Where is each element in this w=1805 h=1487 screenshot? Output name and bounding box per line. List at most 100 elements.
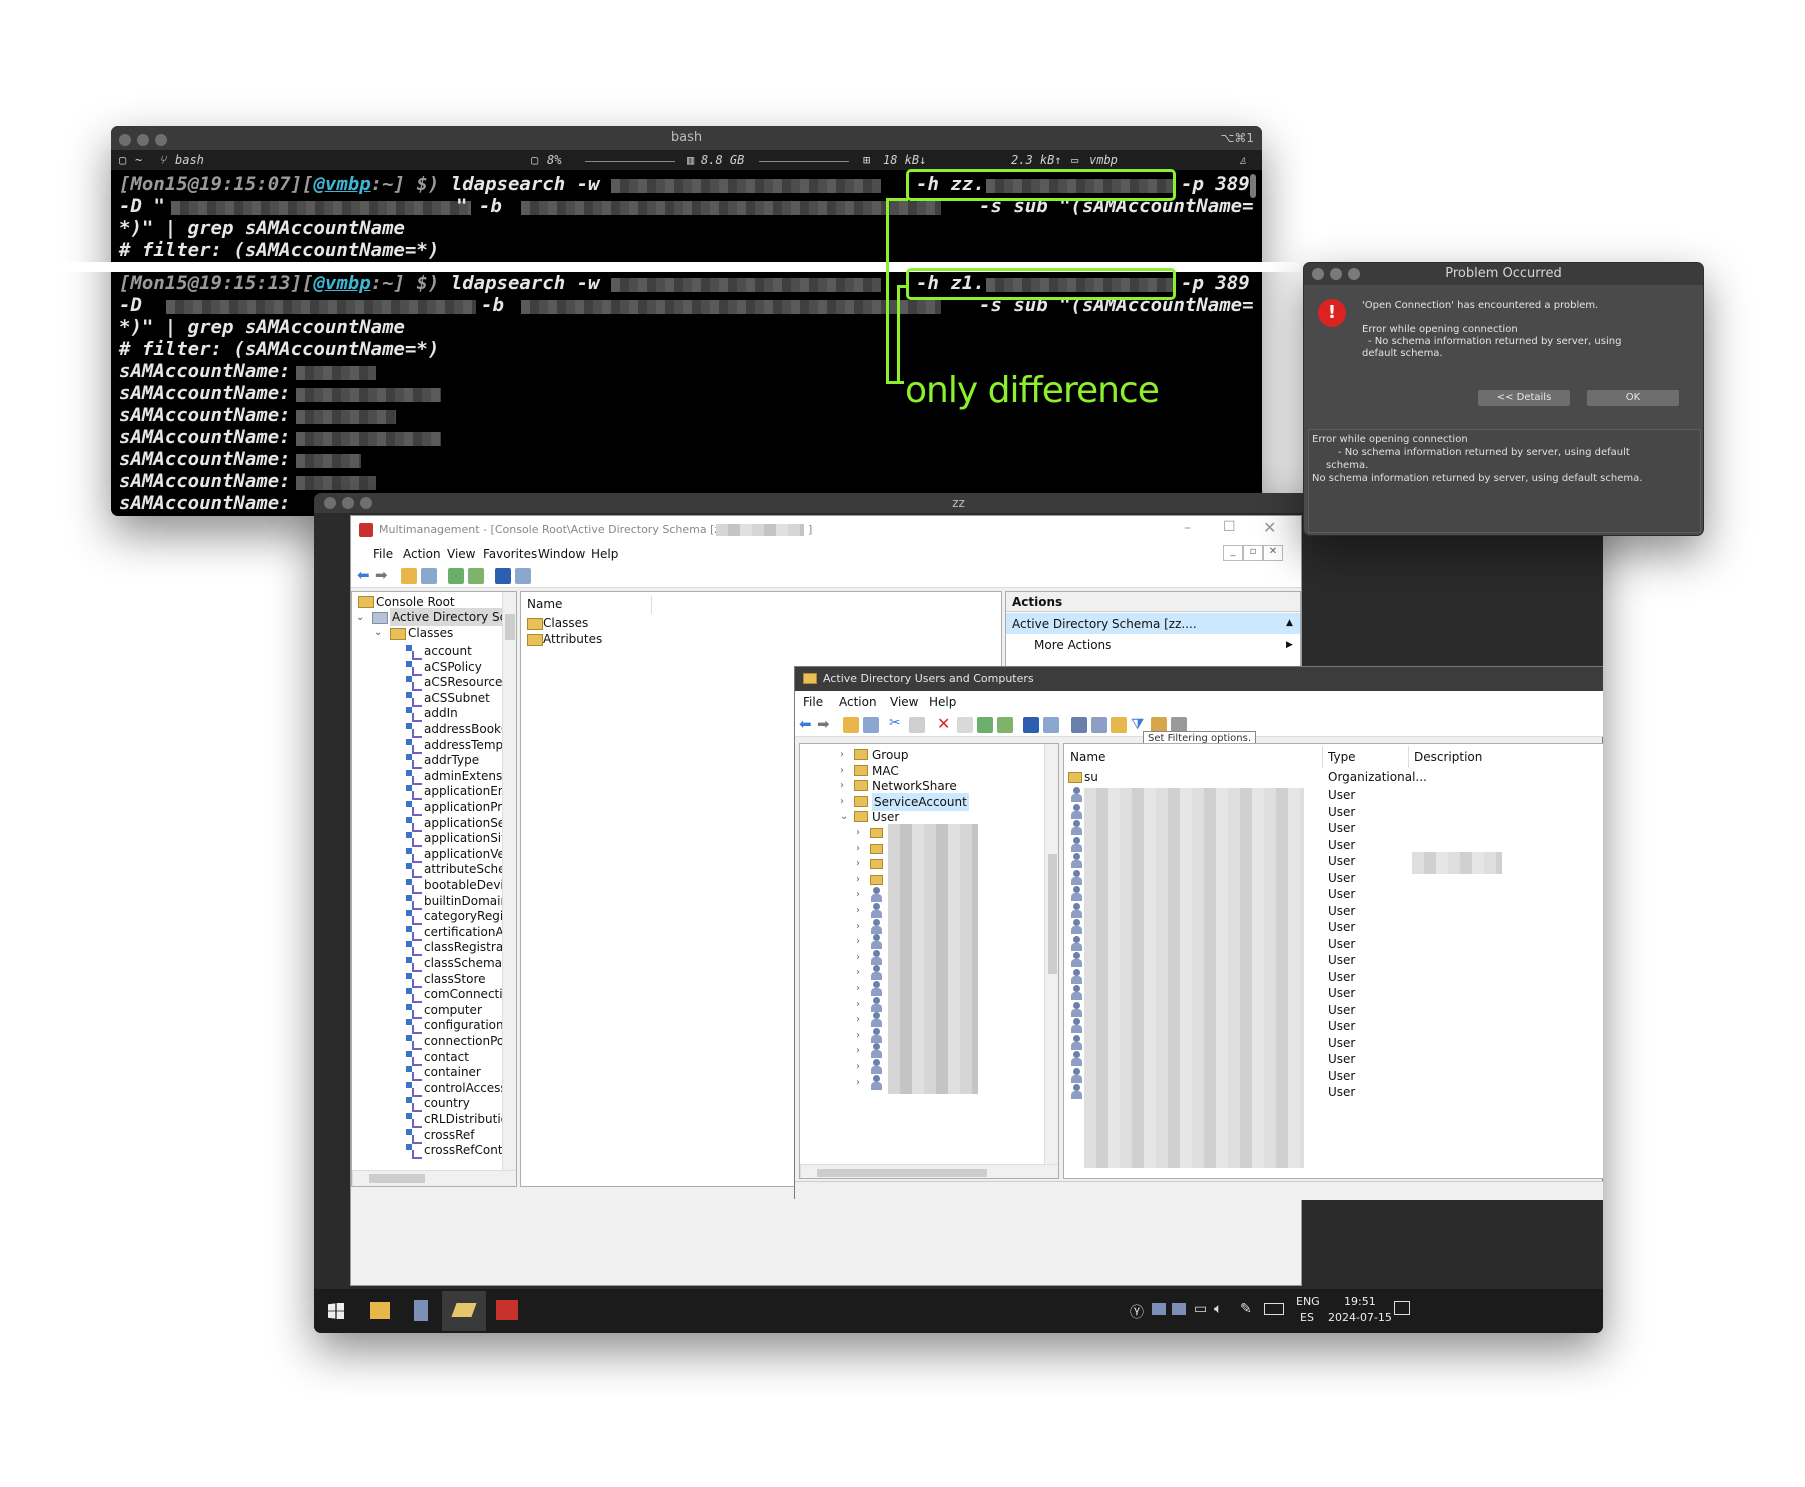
close-icon[interactable]: ✕	[1263, 518, 1276, 537]
menu-view[interactable]: View	[447, 547, 475, 561]
properties-icon[interactable]	[957, 717, 973, 733]
scroll-thumb[interactable]	[505, 614, 515, 640]
tray-icon-1[interactable]	[1152, 1303, 1166, 1315]
up-folder-icon[interactable]	[401, 568, 417, 584]
aduc-tree-hscroll[interactable]	[800, 1164, 1058, 1178]
keyboard-icon[interactable]	[1264, 1303, 1284, 1315]
actions-more[interactable]: More Actions	[1034, 636, 1111, 654]
minimize-dot-icon[interactable]	[137, 134, 149, 146]
forward-icon[interactable]: ➡	[375, 566, 388, 584]
menu-action[interactable]: Action	[839, 695, 877, 709]
help-icon[interactable]	[495, 568, 511, 584]
delete-icon[interactable]: ✕	[937, 714, 950, 733]
clock-date[interactable]: 2024-07-15	[1328, 1311, 1392, 1324]
action-pane-icon[interactable]	[1043, 717, 1059, 733]
action-pane-icon[interactable]	[515, 568, 531, 584]
details-button[interactable]: << Details	[1478, 390, 1570, 406]
new-user-icon[interactable]	[1071, 717, 1087, 733]
maximize-icon[interactable]: ☐	[1223, 519, 1236, 535]
vm-window[interactable]: zz Multimanagement - [Console Root\Activ…	[314, 493, 1603, 1333]
menu-favorites[interactable]: Favorites	[483, 547, 537, 561]
copy-icon[interactable]	[909, 717, 925, 733]
scroll-thumb[interactable]	[369, 1174, 425, 1183]
refresh-icon[interactable]	[977, 717, 993, 733]
child-close-icon[interactable]: ✕	[1263, 545, 1283, 561]
menu-view[interactable]: View	[890, 695, 918, 709]
tree-classes[interactable]: Classes	[408, 624, 453, 642]
accessibility-icon[interactable]: Ⓨ	[1130, 1302, 1144, 1322]
file-explorer-icon[interactable]	[370, 1302, 390, 1319]
back-icon[interactable]: ⬅	[799, 715, 812, 733]
center-item-attributes[interactable]: Attributes	[543, 630, 602, 648]
forward-icon[interactable]: ➡	[817, 715, 830, 733]
row-name[interactable]: su	[1084, 768, 1098, 786]
show-tree-icon[interactable]	[421, 568, 437, 584]
new-group-icon[interactable]	[1091, 717, 1107, 733]
network-icon[interactable]: ▭	[1194, 1301, 1207, 1317]
column-name[interactable]: Name	[527, 595, 562, 613]
refresh-icon[interactable]	[448, 568, 464, 584]
scroll-thumb[interactable]	[1048, 854, 1057, 974]
terminal-scrollbar[interactable]	[1250, 174, 1256, 198]
server-manager-icon[interactable]	[414, 1300, 428, 1321]
menu-file[interactable]: File	[373, 547, 393, 561]
zoom-dot-icon[interactable]	[360, 497, 372, 509]
pen-icon[interactable]: ✎	[1240, 1301, 1252, 1317]
aduc-window[interactable]: Active Directory Users and Computers Fil…	[794, 666, 1603, 1200]
column-description[interactable]: Description	[1414, 748, 1482, 766]
tree-hscroll[interactable]	[352, 1170, 516, 1186]
close-dot-icon[interactable]	[1312, 268, 1324, 280]
notifications-icon[interactable]	[1394, 1301, 1410, 1315]
chevron-right-icon[interactable]: ▶	[1286, 636, 1293, 654]
child-restore-icon[interactable]: ▫	[1243, 545, 1263, 561]
show-tree-icon[interactable]	[863, 717, 879, 733]
mmc-tree-pane[interactable]: Console Root ⌄ Active Directory Schema ⌄…	[351, 591, 517, 1187]
chevron-right-icon[interactable]: ›	[856, 1074, 860, 1092]
column-type[interactable]: Type	[1328, 748, 1356, 766]
user-icon	[870, 1043, 882, 1059]
chevron-down-icon[interactable]: ⌄	[840, 808, 848, 826]
volume-icon[interactable]: 🔈︎	[1214, 1301, 1222, 1317]
details-textarea[interactable]: Error while opening connection - No sche…	[1308, 429, 1701, 533]
aduc-tree-vscroll[interactable]	[1044, 744, 1058, 1164]
minimize-dot-icon[interactable]	[1330, 268, 1342, 280]
minimize-icon[interactable]: –	[1184, 520, 1191, 536]
tray-icon-2[interactable]	[1172, 1303, 1186, 1315]
menu-file[interactable]: File	[803, 695, 823, 709]
export-icon[interactable]	[468, 568, 484, 584]
scroll-thumb[interactable]	[817, 1169, 987, 1177]
menu-window[interactable]: Window	[538, 547, 585, 561]
mmc-taskbar-icon[interactable]	[496, 1300, 518, 1320]
clock-time[interactable]: 19:51	[1344, 1295, 1376, 1308]
actions-selected[interactable]: Active Directory Schema [zz....	[1012, 615, 1197, 633]
menu-action[interactable]: Action	[403, 547, 441, 561]
highlight-box-1	[906, 169, 1176, 201]
menu-help[interactable]: Help	[929, 695, 956, 709]
close-dot-icon[interactable]	[119, 134, 131, 146]
lang-primary[interactable]: ENG	[1296, 1295, 1320, 1308]
close-dot-icon[interactable]	[324, 497, 336, 509]
export-icon[interactable]	[997, 717, 1013, 733]
cut-icon[interactable]: ✂	[889, 715, 901, 731]
back-icon[interactable]: ⬅	[357, 566, 370, 584]
aduc-list-pane[interactable]: Name Type Description su Organizational.…	[1063, 743, 1603, 1179]
column-name[interactable]: Name	[1070, 748, 1105, 766]
chevron-down-icon[interactable]: ⌄	[356, 609, 364, 627]
zoom-dot-icon[interactable]	[155, 134, 167, 146]
minimize-dot-icon[interactable]	[342, 497, 354, 509]
problem-dialog[interactable]: Problem Occurred ! 'Open Connection' has…	[1303, 262, 1704, 536]
aduc-tree-pane[interactable]: › Group › MAC › NetworkShare › ServiceAccount ⌄ U…	[799, 743, 1059, 1179]
new-ou-icon[interactable]	[1111, 717, 1127, 733]
ok-button[interactable]: OK	[1587, 390, 1679, 406]
zoom-dot-icon[interactable]	[1348, 268, 1360, 280]
up-folder-icon[interactable]	[843, 717, 859, 733]
chevron-down-icon[interactable]: ⌄	[374, 624, 382, 642]
child-minimize-icon[interactable]: _	[1223, 545, 1243, 561]
lang-secondary[interactable]: ES	[1300, 1311, 1314, 1324]
help-icon[interactable]	[1023, 717, 1039, 733]
tree-vscroll[interactable]	[502, 592, 516, 1170]
ou-icon	[854, 780, 868, 791]
collapse-up-icon[interactable]: ▲	[1286, 614, 1293, 632]
menu-help[interactable]: Help	[591, 547, 618, 561]
class-icon	[406, 1097, 422, 1113]
